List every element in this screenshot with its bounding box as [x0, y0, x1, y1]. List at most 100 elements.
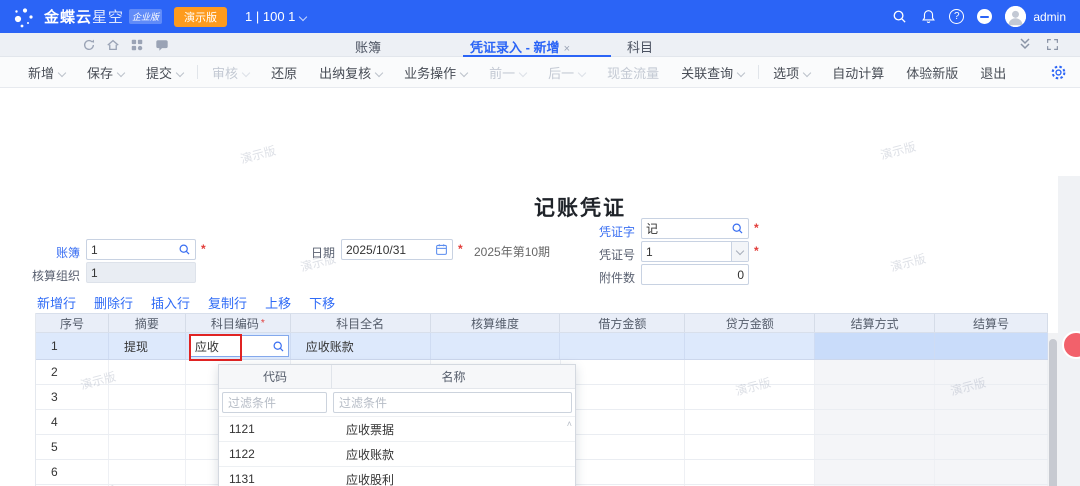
voucher-word-label[interactable]: 凭证字 — [590, 223, 635, 240]
vertical-scrollbar[interactable] — [1048, 333, 1058, 486]
search-icon[interactable] — [891, 9, 907, 25]
seq-cell[interactable]: 4 — [36, 410, 109, 434]
scroll-up-hint-icon[interactable]: ˄ — [567, 419, 572, 429]
lookup-search-icon[interactable] — [272, 340, 285, 353]
settle-method-cell[interactable] — [815, 333, 935, 359]
credit-cell[interactable] — [685, 435, 815, 459]
settle-no-cell[interactable] — [935, 435, 1048, 459]
settle-method-cell[interactable] — [815, 435, 935, 459]
insert-row-link[interactable]: 插入行 — [151, 293, 190, 312]
settle-method-cell[interactable] — [815, 385, 935, 409]
account-code-cell[interactable]: 应收 — [186, 333, 291, 359]
attachment-count-field[interactable]: 0 — [641, 264, 749, 285]
popup-item-1122[interactable]: 1122应收账款 — [219, 442, 575, 467]
demo-watermark: 演示版 — [878, 138, 917, 164]
voucher-no-field[interactable]: 1 — [641, 241, 749, 262]
avatar[interactable] — [1005, 6, 1026, 27]
credit-cell[interactable] — [685, 333, 815, 359]
delete-row-link[interactable]: 删除行 — [94, 293, 133, 312]
grid-row-1[interactable]: 1 提现 应收 应收账款 — [36, 333, 1048, 360]
copy-row-link[interactable]: 复制行 — [208, 293, 247, 312]
settle-method-cell[interactable] — [815, 410, 935, 434]
summary-cell[interactable] — [109, 435, 186, 459]
tab-voucher-entry-new[interactable]: 凭证录入 - 新增× — [470, 37, 570, 56]
tab-ledger[interactable]: 账簿 — [355, 37, 381, 56]
scrollbar-thumb[interactable] — [1049, 339, 1057, 486]
move-up-link[interactable]: 上移 — [265, 293, 291, 312]
sync-icon[interactable] — [82, 38, 96, 52]
date-field[interactable]: 2025/10/31 — [341, 239, 453, 260]
home-icon[interactable] — [106, 38, 120, 52]
col-settle-method: 结算方式 — [815, 314, 935, 332]
toolbar-related-query-button[interactable]: 关联查询 — [681, 63, 744, 82]
name-filter-input[interactable] — [333, 392, 572, 413]
lookup-search-icon[interactable] — [731, 222, 744, 235]
gear-icon[interactable] — [1050, 64, 1067, 81]
date-label: 日期 — [300, 244, 335, 261]
toolbar-options-button[interactable]: 选项 — [773, 63, 810, 82]
fullscreen-icon[interactable] — [1046, 38, 1060, 52]
collapse-chevrons-icon[interactable] — [1018, 36, 1032, 50]
credit-cell[interactable] — [685, 360, 815, 384]
toolbar-next-button: 后一 — [548, 63, 585, 82]
settle-method-cell[interactable] — [815, 360, 935, 384]
seq-cell[interactable]: 2 — [36, 360, 109, 384]
toolbar-cashier-review-button[interactable]: 出纳复核 — [319, 63, 382, 82]
do-not-disturb-icon[interactable] — [977, 9, 992, 24]
debit-cell[interactable] — [561, 460, 686, 484]
help-icon[interactable]: ? — [949, 9, 964, 24]
summary-cell[interactable] — [109, 410, 186, 434]
settle-no-cell[interactable] — [935, 360, 1048, 384]
seq-cell[interactable]: 1 — [36, 333, 109, 359]
popup-item-1131[interactable]: 1131应收股利 — [219, 467, 575, 486]
settle-no-cell[interactable] — [935, 410, 1048, 434]
add-row-link[interactable]: 新增行 — [37, 293, 76, 312]
seq-cell[interactable]: 3 — [36, 385, 109, 409]
org-switcher[interactable]: 1 | 100 1 — [245, 9, 306, 24]
toolbar-new-button[interactable]: 新增 — [28, 63, 65, 82]
credit-cell[interactable] — [685, 385, 815, 409]
toolbar-submit-button[interactable]: 提交 — [146, 63, 183, 82]
account-book-field[interactable]: 1 — [86, 239, 196, 260]
debit-cell[interactable] — [560, 333, 685, 359]
settle-no-cell[interactable] — [935, 333, 1048, 359]
apps-grid-icon[interactable] — [130, 38, 144, 52]
credit-cell[interactable] — [685, 410, 815, 434]
popup-item-1121[interactable]: 1121应收票据 — [219, 417, 575, 442]
seq-cell[interactable]: 6 — [36, 460, 109, 484]
settle-no-cell[interactable] — [935, 460, 1048, 484]
toolbar-try-new-version-button[interactable]: 体验新版 — [906, 63, 958, 82]
move-down-link[interactable]: 下移 — [309, 293, 335, 312]
toolbar-auto-calc-button[interactable]: 自动计算 — [832, 63, 884, 82]
lookup-search-icon[interactable] — [178, 243, 191, 256]
calendar-icon[interactable] — [435, 243, 448, 256]
debit-cell[interactable] — [561, 360, 686, 384]
settle-no-cell[interactable] — [935, 385, 1048, 409]
toolbar-business-ops-button[interactable]: 业务操作 — [404, 63, 467, 82]
settle-method-cell[interactable] — [815, 460, 935, 484]
account-code-editor[interactable]: 应收 — [189, 335, 289, 357]
toolbar-restore-button[interactable]: 还原 — [271, 63, 297, 82]
debit-cell[interactable] — [561, 385, 686, 409]
credit-cell[interactable] — [685, 460, 815, 484]
toolbar-cashflow-button: 现金流量 — [607, 63, 659, 82]
seq-cell[interactable]: 5 — [36, 435, 109, 459]
debit-cell[interactable] — [561, 435, 686, 459]
close-icon[interactable]: × — [564, 43, 570, 55]
tab-account[interactable]: 科目 — [627, 37, 653, 56]
debit-cell[interactable] — [561, 410, 686, 434]
combo-chevron-icon[interactable] — [731, 242, 748, 261]
toolbar-exit-button[interactable]: 退出 — [980, 63, 1006, 82]
notification-bell-icon[interactable] — [920, 9, 936, 25]
dimension-cell[interactable] — [431, 333, 561, 359]
username-label[interactable]: admin — [1033, 10, 1066, 24]
account-name-cell[interactable]: 应收账款 — [291, 333, 431, 359]
summary-cell[interactable]: 提现 — [109, 333, 186, 359]
summary-cell[interactable] — [109, 385, 186, 409]
voucher-no-label: 凭证号 — [590, 246, 635, 263]
summary-cell[interactable] — [109, 460, 186, 484]
message-bubble-icon[interactable] — [155, 38, 169, 52]
toolbar-save-button[interactable]: 保存 — [87, 63, 124, 82]
summary-cell[interactable] — [109, 360, 186, 384]
code-filter-input[interactable] — [222, 392, 327, 413]
